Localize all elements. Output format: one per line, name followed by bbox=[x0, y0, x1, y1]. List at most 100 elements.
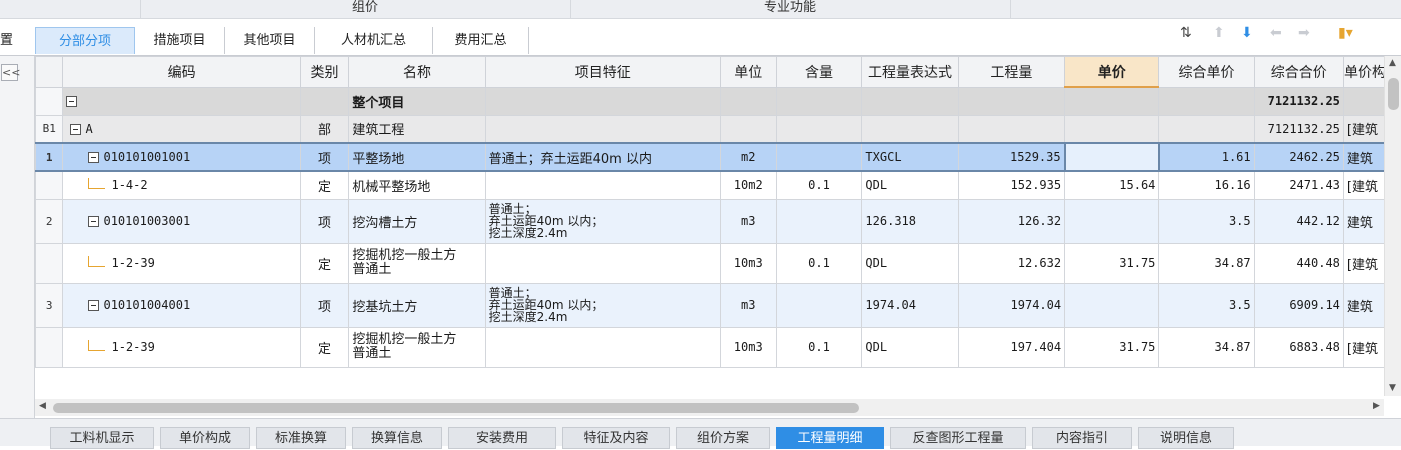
price-cell[interactable] bbox=[1064, 114, 1160, 144]
total-cell[interactable]: 440.48 bbox=[1253, 242, 1344, 284]
unit-cell[interactable]: 10m3 bbox=[719, 242, 777, 284]
total-cell[interactable]: 7121132.25 bbox=[1253, 86, 1344, 116]
table-row-quota[interactable]: 1-2-39 定 挖掘机挖一般土方 普通土 10m3 0.1 QDL 12.63… bbox=[35, 242, 1401, 284]
ratio-cell[interactable]: 0.1 bbox=[775, 242, 863, 284]
tab-graphic-quantity[interactable]: 反查图形工程量 bbox=[890, 427, 1026, 449]
quantity-cell[interactable] bbox=[957, 86, 1066, 116]
code-cell[interactable]: 1-2-39 bbox=[62, 242, 301, 284]
code-cell[interactable]: 1-4-2 bbox=[62, 170, 301, 200]
total-cell[interactable]: 442.12 bbox=[1253, 198, 1344, 244]
collapse-toggle-icon[interactable] bbox=[70, 123, 82, 135]
quantity-cell[interactable]: 126.32 bbox=[957, 198, 1066, 244]
ratio-cell[interactable]: 0.1 bbox=[775, 170, 863, 200]
tab-content-guide[interactable]: 内容指引 bbox=[1032, 427, 1132, 449]
price-cell[interactable]: 15.64 bbox=[1064, 170, 1160, 200]
category-cell[interactable]: 部 bbox=[299, 114, 350, 144]
tab-measures[interactable]: 措施项目 bbox=[135, 27, 225, 54]
tab-other[interactable]: 其他项目 bbox=[225, 27, 315, 54]
ratio-cell[interactable] bbox=[775, 282, 863, 328]
ratio-cell[interactable] bbox=[775, 86, 863, 116]
unit-total-cell[interactable] bbox=[1158, 86, 1255, 116]
feature-cell[interactable] bbox=[484, 170, 721, 200]
quantity-cell[interactable]: 152.935 bbox=[957, 170, 1066, 200]
expression-cell[interactable]: QDL bbox=[861, 326, 959, 368]
unit-cell[interactable]: 10m3 bbox=[719, 326, 777, 368]
table-row-item[interactable]: 2 010101003001 项 挖沟槽土方 普通土； 弃土运距40m 以内； … bbox=[35, 198, 1401, 244]
quantity-cell[interactable]: 1529.35 bbox=[957, 142, 1066, 172]
name-cell[interactable]: 机械平整场地 bbox=[348, 170, 486, 200]
code-cell[interactable]: 010101003001 bbox=[62, 198, 301, 244]
code-cell[interactable]: 010101004001 bbox=[62, 282, 301, 328]
category-cell[interactable]: 定 bbox=[299, 326, 350, 368]
expression-cell[interactable] bbox=[861, 114, 959, 144]
tab-fees[interactable]: 费用汇总 bbox=[433, 27, 529, 54]
unit-total-cell[interactable]: 3.5 bbox=[1158, 282, 1255, 328]
total-cell[interactable]: 2462.25 bbox=[1253, 142, 1344, 172]
feature-cell[interactable] bbox=[484, 326, 721, 368]
feature-cell[interactable]: 普通土； 弃土运距40m 以内； 挖土深度2.4m bbox=[484, 198, 721, 244]
category-cell[interactable] bbox=[299, 86, 350, 116]
feature-cell[interactable]: 普通土； 弃土运距40m 以内； 挖土深度2.4m bbox=[484, 282, 721, 328]
col-header-category[interactable]: 类别 bbox=[299, 56, 350, 88]
price-cell[interactable] bbox=[1064, 198, 1160, 244]
col-header-name[interactable]: 名称 bbox=[348, 56, 486, 88]
quantity-cell[interactable] bbox=[957, 114, 1066, 144]
table-row-section[interactable]: B1 A 部 建筑工程 7121132.25 [建筑 bbox=[35, 114, 1401, 144]
code-cell[interactable]: A bbox=[62, 114, 301, 144]
unit-total-cell[interactable] bbox=[1158, 114, 1255, 144]
table-row-selected[interactable]: 1 010101001001 项 平整场地 普通土；弃土运距40m 以内 m2 … bbox=[35, 142, 1401, 172]
col-header-quantity[interactable]: 工程量 bbox=[957, 56, 1066, 88]
collapse-toggle-icon[interactable] bbox=[66, 95, 78, 107]
collapse-panel-button[interactable]: << bbox=[1, 64, 20, 81]
table-row-quota[interactable]: 1-4-2 定 机械平整场地 10m2 0.1 QDL 152.935 15.6… bbox=[35, 170, 1401, 200]
tab-quantity-detail[interactable]: 工程量明细 bbox=[776, 427, 884, 449]
category-cell[interactable]: 项 bbox=[299, 282, 350, 328]
ratio-cell[interactable] bbox=[775, 142, 863, 172]
price-cell[interactable]: 31.75 bbox=[1064, 242, 1160, 284]
code-cell[interactable] bbox=[62, 86, 301, 116]
total-cell[interactable]: 6909.14 bbox=[1253, 282, 1344, 328]
name-cell[interactable]: 平整场地 bbox=[348, 142, 486, 172]
tab-description[interactable]: 说明信息 bbox=[1138, 427, 1234, 449]
scroll-up-icon[interactable]: ▲ bbox=[1389, 58, 1396, 68]
horizontal-scroll-thumb[interactable] bbox=[53, 403, 859, 413]
unit-cell[interactable]: m2 bbox=[719, 142, 777, 172]
expression-cell[interactable]: TXGCL bbox=[861, 142, 959, 172]
unit-total-cell[interactable]: 3.5 bbox=[1158, 198, 1255, 244]
unit-cell[interactable] bbox=[719, 86, 777, 116]
table-row-item[interactable]: 3 010101004001 项 挖基坑土方 普通土； 弃土运距40m 以内； … bbox=[35, 282, 1401, 328]
quantity-cell[interactable]: 12.632 bbox=[957, 242, 1066, 284]
unit-cell[interactable] bbox=[719, 114, 777, 144]
tab-install-fees[interactable]: 安装费用 bbox=[448, 427, 556, 449]
feature-cell[interactable] bbox=[484, 114, 721, 144]
tab-features-content[interactable]: 特征及内容 bbox=[562, 427, 670, 449]
quantity-cell[interactable]: 1974.04 bbox=[957, 282, 1066, 328]
total-cell[interactable]: 7121132.25 bbox=[1253, 114, 1344, 144]
collapse-toggle-icon[interactable] bbox=[88, 216, 100, 227]
price-cell-editing[interactable] bbox=[1063, 142, 1160, 172]
code-cell[interactable]: 010101001001 bbox=[62, 142, 301, 172]
col-header-ratio[interactable]: 含量 bbox=[775, 56, 863, 88]
category-cell[interactable]: 项 bbox=[299, 142, 350, 172]
unit-cell[interactable]: 10m2 bbox=[719, 170, 777, 200]
col-header-expression[interactable]: 工程量表达式 bbox=[861, 56, 959, 88]
col-header-unit-total[interactable]: 综合单价 bbox=[1158, 56, 1255, 88]
feature-cell[interactable]: 普通土；弃土运距40m 以内 bbox=[484, 142, 721, 172]
name-cell[interactable]: 建筑工程 bbox=[348, 114, 486, 144]
collapse-toggle-icon[interactable] bbox=[88, 152, 100, 163]
col-header-total[interactable]: 综合合价 bbox=[1253, 56, 1344, 88]
ratio-cell[interactable] bbox=[775, 198, 863, 244]
price-cell[interactable] bbox=[1064, 86, 1160, 116]
scroll-left-icon[interactable]: ◀ bbox=[39, 401, 46, 411]
category-cell[interactable]: 定 bbox=[299, 170, 350, 200]
tab-fenbu[interactable]: 分部分项 bbox=[35, 27, 135, 54]
arrow-up-icon[interactable]: ⬆ bbox=[1213, 26, 1225, 40]
unit-total-cell[interactable]: 34.87 bbox=[1158, 326, 1255, 368]
price-cell[interactable]: 31.75 bbox=[1064, 326, 1160, 368]
scroll-down-icon[interactable]: ▼ bbox=[1389, 383, 1396, 393]
arrow-left-icon[interactable]: ⬅ bbox=[1270, 26, 1282, 40]
unit-total-cell[interactable]: 34.87 bbox=[1158, 242, 1255, 284]
expression-cell[interactable]: 1974.04 bbox=[861, 282, 959, 328]
code-cell[interactable]: 1-2-39 bbox=[62, 326, 301, 368]
col-header-code[interactable]: 编码 bbox=[62, 56, 301, 88]
